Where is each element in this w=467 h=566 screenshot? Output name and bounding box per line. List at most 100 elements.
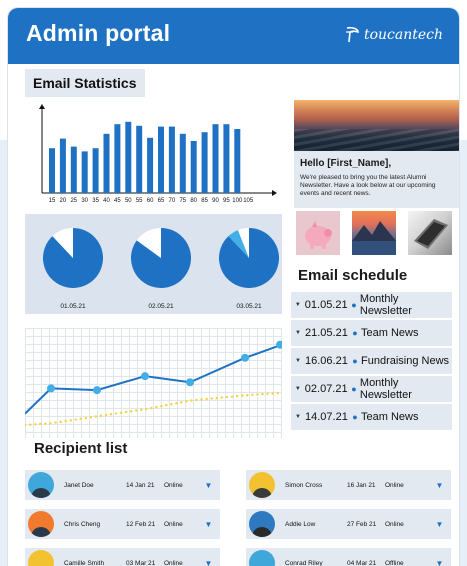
schedule-date: 02.07.21	[304, 383, 348, 395]
recipient-date: 14 Jan 21	[126, 481, 155, 489]
bar-tick-label: 100	[232, 198, 243, 204]
chevron-down-icon[interactable]: ▼	[428, 470, 451, 500]
bullet-icon: ●	[352, 412, 358, 422]
bar	[234, 129, 241, 193]
schedule-item[interactable]: ▼ 16.06.21 ● Fundraising News	[291, 348, 452, 374]
recipient-date: 04 Mar 21	[347, 559, 377, 566]
schedule-date: 14.07.21	[305, 411, 348, 423]
bar	[147, 137, 154, 193]
bar	[190, 141, 197, 193]
bar	[92, 148, 99, 193]
schedule-item[interactable]: ▼ 02.07.21 ● Monthly Newsletter	[291, 376, 452, 402]
recipient-status: Online	[385, 481, 404, 489]
recipient-name: Simon Cross	[285, 481, 323, 489]
bar-chart-svg: 15 20 25 30 35 40 45 50 55 60 65 70 75 80 85 90 95 100 105	[39, 104, 277, 204]
recipient-date: 12 Feb 21	[126, 520, 156, 528]
recipient-row[interactable]: Conrad Riley 04 Mar 21 Offline ▼	[246, 548, 451, 566]
bar-tick-label: 65	[158, 198, 165, 204]
mountain-icon	[352, 221, 396, 255]
recipient-name: Addie Low	[285, 520, 316, 528]
pie-label: 03.05.21	[236, 303, 262, 310]
line-point	[186, 378, 194, 387]
chevron-down-icon[interactable]: ▼	[428, 509, 451, 539]
bar	[49, 148, 55, 193]
bar-tick-label: 90	[212, 198, 219, 204]
recipient-name: Camille Smith	[64, 559, 105, 566]
chevron-down-icon[interactable]: ▼	[291, 358, 305, 364]
recipient-row[interactable]: Chris Cheng 12 Feb 21 Online ▼	[25, 509, 220, 539]
piggy-bank-icon	[305, 221, 332, 249]
bar	[81, 151, 88, 193]
bar	[158, 126, 164, 193]
recipient-status: Online	[164, 481, 183, 489]
bar-tick-label: 55	[136, 198, 143, 204]
chevron-down-icon[interactable]: ▼	[197, 470, 220, 500]
line-chart	[25, 328, 282, 438]
bullet-icon: ●	[352, 328, 358, 338]
recipient-date: 16 Jan 21	[347, 481, 376, 489]
header-bar: Admin portal toucantech	[8, 8, 459, 64]
chevron-down-icon[interactable]: ▼	[291, 414, 305, 420]
toucantech-logo[interactable]: toucantech	[344, 26, 443, 44]
bullet-icon: ●	[351, 384, 357, 394]
bar	[125, 121, 132, 193]
avatar	[249, 550, 275, 566]
bar-tick-label: 60	[147, 198, 154, 204]
chevron-down-icon[interactable]: ▼	[197, 548, 220, 566]
chevron-down-icon[interactable]: ▼	[291, 386, 305, 392]
newsletter-body: We're pleased to bring you the latest Al…	[300, 174, 436, 197]
newsletter-greeting: Hello [First_Name],	[300, 158, 392, 169]
bar	[212, 124, 219, 193]
recipient-status: Online	[164, 520, 183, 528]
bar-tick-label: 40	[103, 198, 110, 204]
recipient-row[interactable]: Janet Doe 14 Jan 21 Online ▼	[25, 470, 220, 500]
schedule-date: 01.05.21	[304, 299, 348, 311]
pie-charts: 01.05.21 02.05.21 03.05.21	[25, 214, 282, 314]
recipient-date: 27 Feb 21	[347, 520, 377, 528]
line-point	[241, 353, 249, 362]
schedule-item[interactable]: ▼ 01.05.21 ● Monthly Newsletter	[291, 292, 452, 318]
bullet-icon: ●	[352, 356, 358, 366]
line-point	[47, 384, 55, 393]
recipient-row[interactable]: Simon Cross 16 Jan 21 Online ▼	[246, 470, 451, 500]
x-axis-arrow-icon	[272, 190, 277, 196]
avatar	[28, 511, 54, 537]
email-schedule-title: Email schedule	[298, 267, 408, 284]
bar	[114, 124, 121, 193]
bar-tick-label: 25	[70, 198, 77, 204]
recipient-row[interactable]: Camille Smith 03 Mar 21 Online ▼	[25, 548, 220, 566]
line-chart-svg	[25, 340, 282, 427]
chevron-down-icon[interactable]: ▼	[291, 330, 305, 336]
bar-chart: 15 20 25 30 35 40 45 50 55 60 65 70 75 80 85 90 95 100 105	[34, 100, 284, 210]
recipient-status: Offline	[385, 559, 404, 566]
avatar	[249, 511, 275, 537]
y-axis-arrow-icon	[39, 104, 45, 109]
bar-tick-label: 85	[201, 198, 208, 204]
piggy-bank-image[interactable]	[296, 211, 340, 255]
bar	[70, 146, 77, 193]
pie-label: 01.05.21	[60, 303, 86, 310]
chevron-down-icon[interactable]: ▼	[291, 302, 305, 308]
sunset-sea-image	[294, 100, 459, 151]
schedule-email-name: Team News	[361, 411, 419, 423]
recipient-date: 03 Mar 21	[126, 559, 156, 566]
newsletter-preview[interactable]: Hello [First_Name], We're pleased to bri…	[294, 100, 459, 208]
chevron-down-icon[interactable]: ▼	[197, 509, 220, 539]
toucan-logo-icon	[345, 26, 359, 43]
bar	[59, 138, 66, 193]
chevron-down-icon[interactable]: ▼	[428, 548, 451, 566]
bar	[136, 125, 143, 193]
line-point	[93, 386, 101, 395]
recipient-row[interactable]: Addie Low 27 Feb 21 Online ▼	[246, 509, 451, 539]
bar-tick-label: 15	[49, 198, 56, 204]
line-point	[141, 372, 149, 381]
pie-label: 02.05.21	[148, 303, 174, 310]
schedule-item[interactable]: ▼ 21.05.21 ● Team News	[291, 320, 452, 346]
schedule-email-name: Team News	[361, 327, 419, 339]
laptop-image[interactable]	[408, 211, 452, 255]
schedule-item[interactable]: ▼ 14.07.21 ● Team News	[291, 404, 452, 430]
bullet-icon: ●	[351, 300, 357, 310]
recipient-name: Conrad Riley	[285, 559, 323, 566]
recipient-list-title: Recipient list	[34, 440, 128, 457]
mountain-lake-image[interactable]	[352, 211, 396, 255]
